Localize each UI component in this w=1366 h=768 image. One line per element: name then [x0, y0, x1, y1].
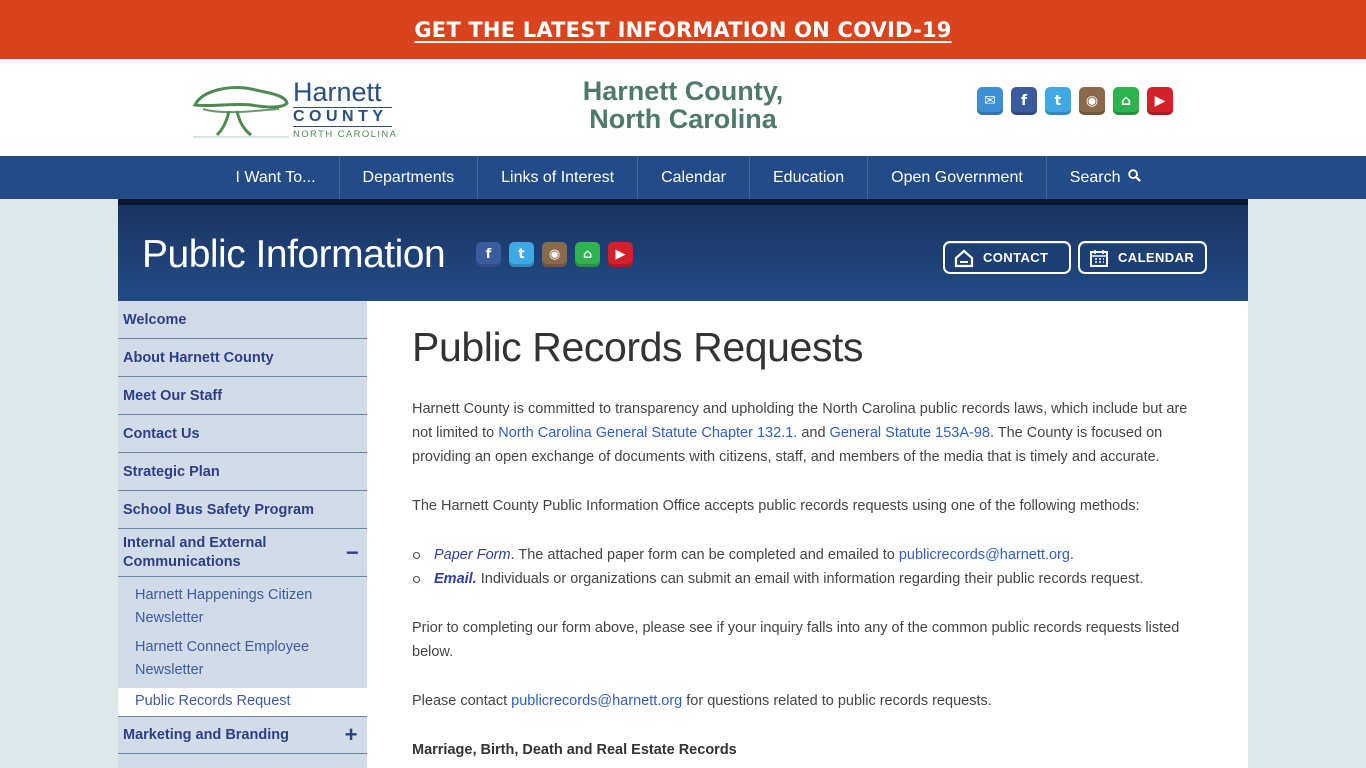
sidebar-item-label: Marketing and Branding	[123, 727, 289, 743]
sidebar-item-label: About Harnett County	[123, 349, 274, 366]
county-logo[interactable]: Harnett COUNTY NORTH CAROLINA	[193, 77, 398, 140]
nav-item-calendar[interactable]: Calendar	[638, 156, 750, 199]
covid-banner-link[interactable]: GET THE LATEST INFORMATION ON COVID-19	[414, 18, 951, 42]
common-requests-paragraph: Prior to completing our form above, plea…	[412, 620, 1180, 660]
sidebar-item-contact-us[interactable]: Contact Us	[118, 415, 367, 453]
sidebar-subitem-harnett-connect-employee-newsletter[interactable]: Harnett Connect Employee Newsletter	[118, 636, 367, 682]
collapse-icon[interactable]: −	[346, 542, 359, 564]
nav-item-search[interactable]: Search	[1047, 156, 1164, 199]
sidebar-item-marketing[interactable]: Marketing and Branding +	[118, 716, 367, 754]
sidebar-item-label: Welcome	[123, 311, 187, 328]
section-heading: Marriage, Birth, Death and Real Estate R…	[412, 742, 737, 758]
contact-paragraph: Please contact publicrecords@harnett.org…	[412, 693, 992, 709]
site-header: Harnett COUNTY NORTH CAROLINA Harnett Co…	[0, 59, 1366, 156]
search-icon	[1127, 168, 1141, 187]
sidebar-submenu: Harnett Happenings Citizen Newsletter Har…	[118, 577, 367, 716]
nav-item-i-want-to[interactable]: I Want To...	[212, 156, 340, 199]
records-email-link[interactable]: publicrecords@harnett.org	[899, 547, 1070, 563]
main-content: Public Records Requests Harnett County i…	[367, 301, 1248, 768]
instagram-icon[interactable]: ◉	[1079, 87, 1105, 115]
nav-item-links-of-interest[interactable]: Links of Interest	[478, 156, 639, 199]
calendar-button-label: CALENDAR	[1118, 250, 1195, 265]
department-title: Public Information	[142, 233, 446, 276]
nextdoor-icon[interactable]: ⌂	[575, 242, 600, 267]
calendar-icon	[1088, 247, 1109, 268]
sidebar-item-label: Meet Our Staff	[123, 387, 223, 404]
sidebar-item-meet-our-staff[interactable]: Meet Our Staff	[118, 377, 367, 415]
main-nav: I Want To... Departments Links of Interest…	[0, 156, 1366, 199]
calendar-button[interactable]: CALENDAR	[1078, 241, 1207, 274]
methods-list: Paper Form. The attached paper form can …	[412, 543, 1204, 591]
email-method-link[interactable]: Email.	[434, 571, 477, 587]
sidebar-item-label: School Bus Safety Program	[123, 501, 314, 518]
expand-icon[interactable]: +	[343, 722, 359, 748]
nextdoor-icon[interactable]: ⌂	[1113, 87, 1139, 115]
sidebar-item-strategic-plan[interactable]: Strategic Plan	[118, 453, 367, 491]
sidebar-nav: Welcome About Harnett County Meet Our Staf…	[118, 301, 367, 768]
logo-harnett: Harnett	[293, 77, 382, 107]
logo-county: COUNTY	[293, 107, 392, 127]
statute-153a-link[interactable]: General Statute 153A-98	[830, 425, 990, 441]
sidebar-item-welcome[interactable]: Welcome	[118, 301, 367, 339]
methods-paragraph: The Harnett County Public Information Of…	[412, 498, 1140, 514]
youtube-icon[interactable]: ▶	[1147, 87, 1173, 115]
contact-button-label: CONTACT	[983, 250, 1049, 265]
contact-button[interactable]: CONTACT	[943, 241, 1071, 274]
sidebar-item-about-harnett-county[interactable]: About Harnett County	[118, 339, 367, 377]
contact-email-link[interactable]: publicrecords@harnett.org	[511, 693, 682, 709]
email-icon[interactable]: ✉	[977, 87, 1003, 115]
sidebar-subitem-harnett-happenings-citizen-newsletter[interactable]: Harnett Happenings Citizen Newsletter	[118, 584, 367, 630]
home-icon	[953, 247, 974, 268]
instagram-icon[interactable]: ◉	[542, 242, 567, 267]
list-item: Paper Form. The attached paper form can …	[412, 543, 1204, 567]
tree-logo-icon	[193, 86, 289, 138]
youtube-icon[interactable]: ▶	[608, 242, 633, 267]
covid-banner: GET THE LATEST INFORMATION ON COVID-19	[0, 0, 1366, 59]
nav-item-open-government[interactable]: Open Government	[868, 156, 1047, 199]
department-social-links: f t ◉ ⌂ ▶	[476, 242, 633, 267]
facebook-icon[interactable]: f	[476, 242, 501, 267]
nav-item-education[interactable]: Education	[750, 156, 869, 199]
department-header: Public Information f t ◉ ⌂ ▶ CONTACT CALENDA…	[118, 199, 1248, 301]
sidebar-item-communications[interactable]: Internal and External Communications −	[118, 529, 367, 577]
sidebar-item-label: Strategic Plan	[123, 463, 220, 480]
sidebar-item-school-bus-safety-program[interactable]: School Bus Safety Program	[118, 491, 367, 529]
intro-paragraph: Harnett County is committed to transpare…	[412, 401, 1188, 465]
twitter-icon[interactable]: t	[509, 242, 534, 267]
facebook-icon[interactable]: f	[1011, 87, 1037, 115]
statute-132-link[interactable]: North Carolina General Statute Chapter 1…	[498, 425, 797, 441]
list-item: Email. Individuals or organizations can …	[412, 567, 1204, 591]
sidebar-item-label: Contact Us	[123, 425, 200, 442]
sidebar-item-label: Internal and External Communications	[123, 534, 267, 570]
sidebar-subitem-public-records[interactable]: Public Records Request	[118, 688, 367, 716]
logo-state: NORTH CAROLINA	[293, 129, 398, 140]
site-title: Harnett County, North Carolina	[582, 76, 784, 134]
twitter-icon[interactable]: t	[1045, 87, 1071, 115]
paper-form-link[interactable]: Paper Form	[434, 547, 511, 563]
page-title: Public Records Requests	[412, 324, 864, 370]
header-social-links: ✉ f t ◉ ⌂ ▶	[977, 87, 1173, 115]
nav-item-departments[interactable]: Departments	[340, 156, 479, 199]
